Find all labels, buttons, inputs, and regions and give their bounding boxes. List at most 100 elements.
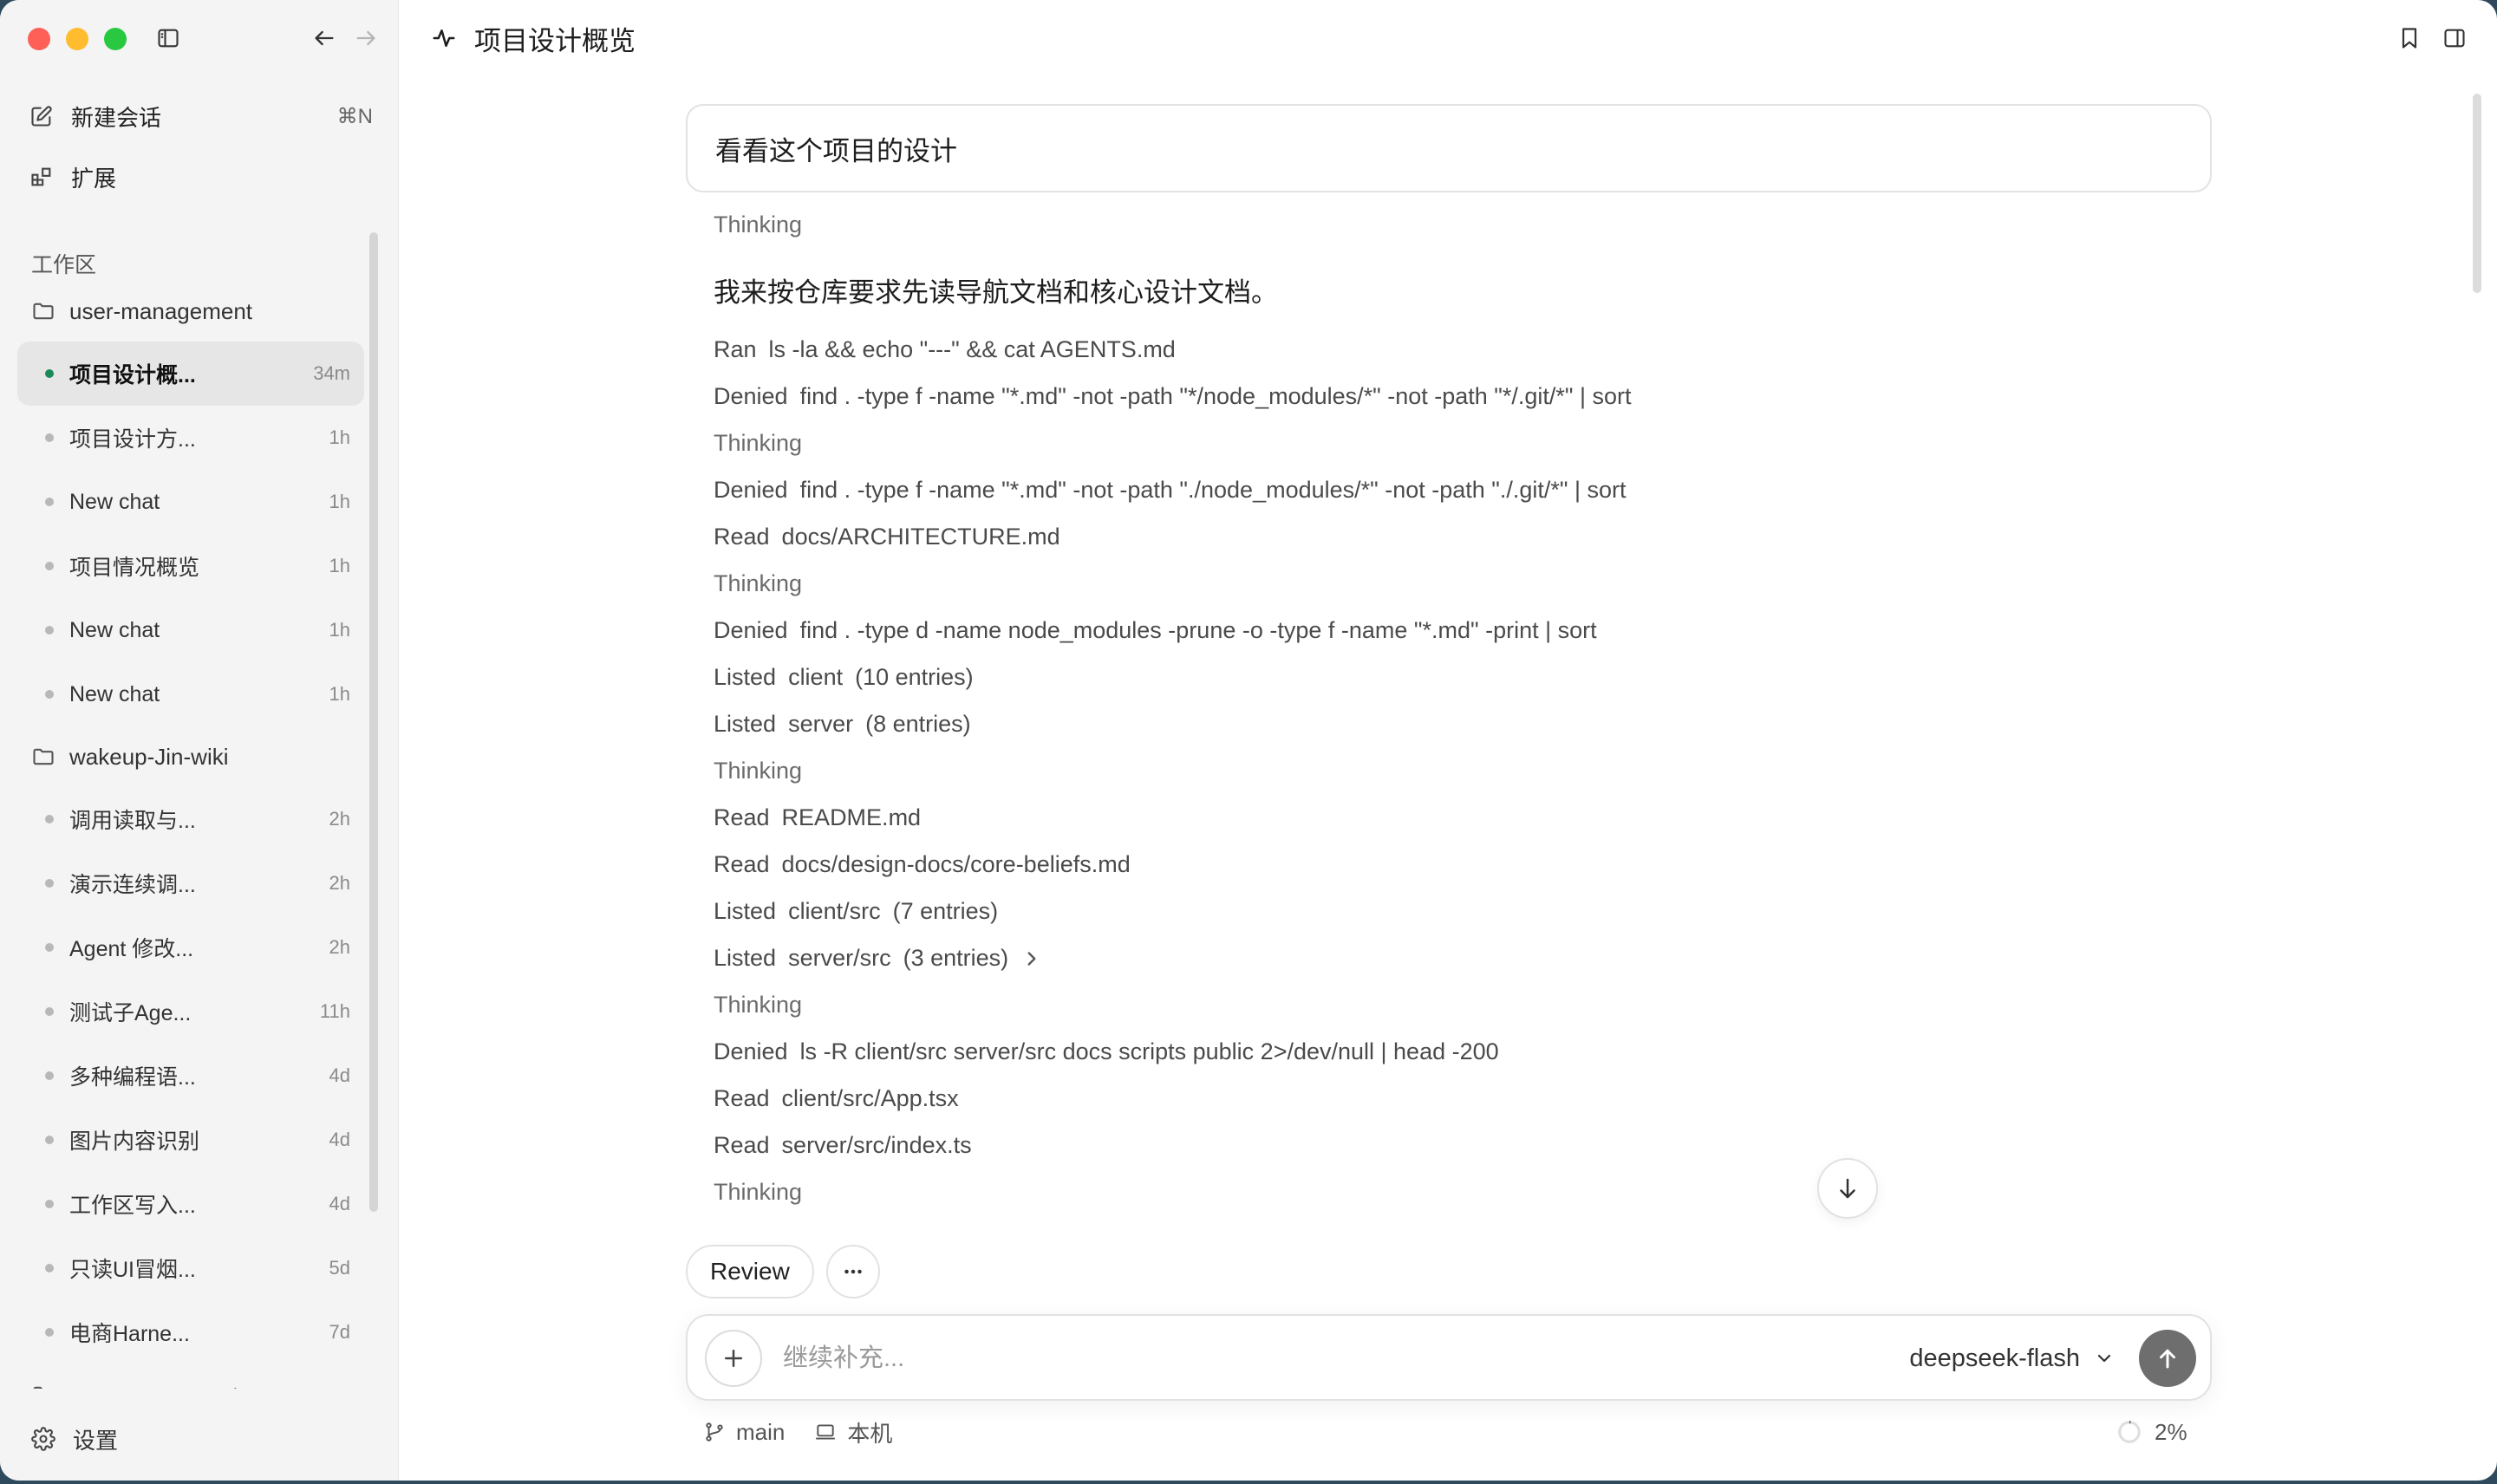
- tool-verb: Listed: [714, 898, 777, 924]
- workspace-folder[interactable]: user-management: [0, 281, 381, 342]
- tool-argument: find . -type f -name "*.md" -not -path "…: [799, 383, 1632, 409]
- main-panel: 项目设计概览 看看这个项目的设计 Thinking 我来按仓库要求先读导航文档和核…: [400, 0, 2497, 1481]
- user-message: 看看这个项目的设计: [686, 104, 2212, 192]
- branch-name[interactable]: main: [736, 1419, 785, 1446]
- status-dot: [45, 626, 54, 635]
- more-options-button[interactable]: [826, 1245, 880, 1298]
- chevron-right-icon[interactable]: [1020, 947, 1043, 970]
- minimize-window-button[interactable]: [66, 28, 88, 50]
- tool-argument: docs/design-docs/core-beliefs.md: [781, 851, 1131, 877]
- run-location[interactable]: 本机: [847, 1416, 892, 1448]
- chat-list-item[interactable]: 项目情况概览 1h: [17, 534, 364, 598]
- tool-call-row[interactable]: Denied find . -type d -name node_modules …: [714, 617, 1597, 644]
- tool-call-row[interactable]: Denied find . -type f -name "*.md" -not -…: [714, 477, 1627, 504]
- chat-list-item[interactable]: 工作区写入... 4d: [17, 1172, 364, 1236]
- scroll-to-bottom-button[interactable]: [1817, 1158, 1878, 1219]
- new-chat-button[interactable]: 新建会话 ⌘N: [26, 92, 373, 140]
- chat-age: 4d: [329, 1129, 350, 1150]
- workspace-folder[interactable]: wakeup-Jin-wiki: [0, 726, 381, 787]
- extensions-button[interactable]: 扩展: [26, 153, 373, 201]
- chat-list-item[interactable]: 多种编程语... 4d: [17, 1044, 364, 1108]
- status-dot: [45, 369, 54, 378]
- tool-verb: Listed: [714, 945, 777, 971]
- thinking-row: Thinking: [714, 212, 803, 238]
- review-button[interactable]: Review: [686, 1245, 814, 1298]
- settings-button[interactable]: 设置: [31, 1415, 118, 1463]
- thinking-row: Thinking: [714, 1179, 803, 1205]
- chat-title: 演示连续调...: [69, 873, 196, 897]
- tool-call-row[interactable]: Denied find . -type f -name "*.md" -not -…: [714, 383, 1632, 410]
- model-selector[interactable]: deepseek-flash: [1909, 1333, 2115, 1383]
- tool-verb: Denied: [714, 617, 788, 643]
- tool-call-row[interactable]: Read docs/design-docs/core-beliefs.md: [714, 851, 1131, 878]
- settings-label: 设置: [73, 1427, 119, 1454]
- extensions-icon: [26, 161, 57, 192]
- close-window-button[interactable]: [28, 28, 50, 50]
- tool-verb: Read: [714, 524, 770, 550]
- tool-verb: Denied: [714, 1038, 788, 1064]
- sidebar-scrollbar[interactable]: [369, 232, 378, 1212]
- tool-call-row[interactable]: Listed server/src (3 entries): [714, 945, 1043, 972]
- send-button[interactable]: [2139, 1330, 2196, 1387]
- chat-list-item[interactable]: New chat 1h: [17, 598, 364, 662]
- ellipsis-icon: [844, 1269, 862, 1274]
- extensions-label: 扩展: [71, 165, 117, 192]
- workspace-name: commerce-agent: [69, 1382, 238, 1390]
- message-input[interactable]: [783, 1333, 1737, 1383]
- chat-age: 34m: [313, 362, 350, 384]
- tool-call-row[interactable]: Ran ls -la && echo "---" && cat AGENTS.md: [714, 336, 1176, 363]
- tool-call-row[interactable]: Denied ls -R client/src server/src docs s…: [714, 1038, 1499, 1065]
- workspace-folder[interactable]: commerce-agent: [0, 1364, 381, 1389]
- chat-title: 图片内容识别: [69, 1129, 200, 1154]
- tool-call-row[interactable]: Read server/src/index.ts: [714, 1132, 972, 1159]
- tool-verb: Listed: [714, 711, 777, 737]
- tool-argument: docs/ARCHITECTURE.md: [781, 524, 1060, 550]
- bookmark-icon[interactable]: [2394, 23, 2425, 54]
- chat-age: 2h: [329, 872, 350, 894]
- conversation-scrollbar[interactable]: [2473, 94, 2481, 293]
- zoom-window-button[interactable]: [104, 28, 127, 50]
- toggle-sidebar-icon[interactable]: [153, 23, 184, 54]
- chat-list-item[interactable]: 项目设计概... 34m: [17, 342, 364, 406]
- workspace-section-label: 工作区: [31, 253, 97, 277]
- add-attachment-button[interactable]: [705, 1330, 762, 1387]
- status-bar: main 本机: [703, 1415, 892, 1449]
- tool-argument: find . -type f -name "*.md" -not -path "…: [799, 477, 1627, 503]
- status-dot: [45, 1007, 54, 1016]
- chat-list-item[interactable]: 测试子Age... 11h: [17, 980, 364, 1044]
- tool-argument: ls -R client/src server/src docs scripts…: [799, 1038, 1499, 1064]
- chat-list-item[interactable]: 电商Harne... 7d: [17, 1300, 364, 1364]
- tool-call-row[interactable]: Listed client (10 entries): [714, 664, 974, 691]
- chat-title: 调用读取与...: [69, 809, 196, 833]
- chat-list-item[interactable]: New chat 1h: [17, 470, 364, 534]
- chat-list-item[interactable]: 只读UI冒烟... 5d: [17, 1236, 364, 1300]
- forward-arrow-icon[interactable]: [350, 23, 381, 54]
- tool-call-row[interactable]: Listed server (8 entries): [714, 711, 971, 738]
- chat-list-item[interactable]: 演示连续调... 2h: [17, 851, 364, 915]
- tool-call-row[interactable]: Read client/src/App.tsx: [714, 1085, 959, 1112]
- chat-list-item[interactable]: 项目设计方... 1h: [17, 406, 364, 470]
- window-controls: [28, 28, 127, 50]
- chat-age: 2h: [329, 808, 350, 830]
- chat-list-item[interactable]: Agent 修改... 2h: [17, 915, 364, 980]
- tool-call-row[interactable]: Listed client/src (7 entries): [714, 898, 998, 925]
- chat-age: 4d: [329, 1193, 350, 1214]
- chat-list-item[interactable]: 调用读取与... 2h: [17, 787, 364, 851]
- conversation: 看看这个项目的设计 Thinking 我来按仓库要求先读导航文档和核心设计文档。 R…: [686, 104, 2212, 1205]
- tool-detail: (8 entries): [865, 711, 971, 737]
- chat-list-item[interactable]: New chat 1h: [17, 662, 364, 726]
- toggle-right-panel-icon[interactable]: [2439, 23, 2470, 54]
- tool-call-row[interactable]: Read docs/ARCHITECTURE.md: [714, 524, 1060, 550]
- tool-argument: server: [788, 711, 854, 737]
- chat-title: 工作区写入...: [69, 1194, 196, 1218]
- laptop-icon: [816, 1424, 836, 1440]
- tool-argument: server/src/index.ts: [781, 1132, 972, 1158]
- back-arrow-icon[interactable]: [309, 23, 340, 54]
- chat-title: 项目情况概览: [69, 556, 200, 580]
- status-dot: [45, 1264, 54, 1272]
- message-composer: deepseek-flash: [686, 1314, 2212, 1401]
- chat-age: 1h: [329, 426, 350, 448]
- chat-list-item[interactable]: 图片内容识别 4d: [17, 1108, 364, 1172]
- status-dot: [45, 943, 54, 952]
- tool-call-row[interactable]: Read README.md: [714, 804, 921, 831]
